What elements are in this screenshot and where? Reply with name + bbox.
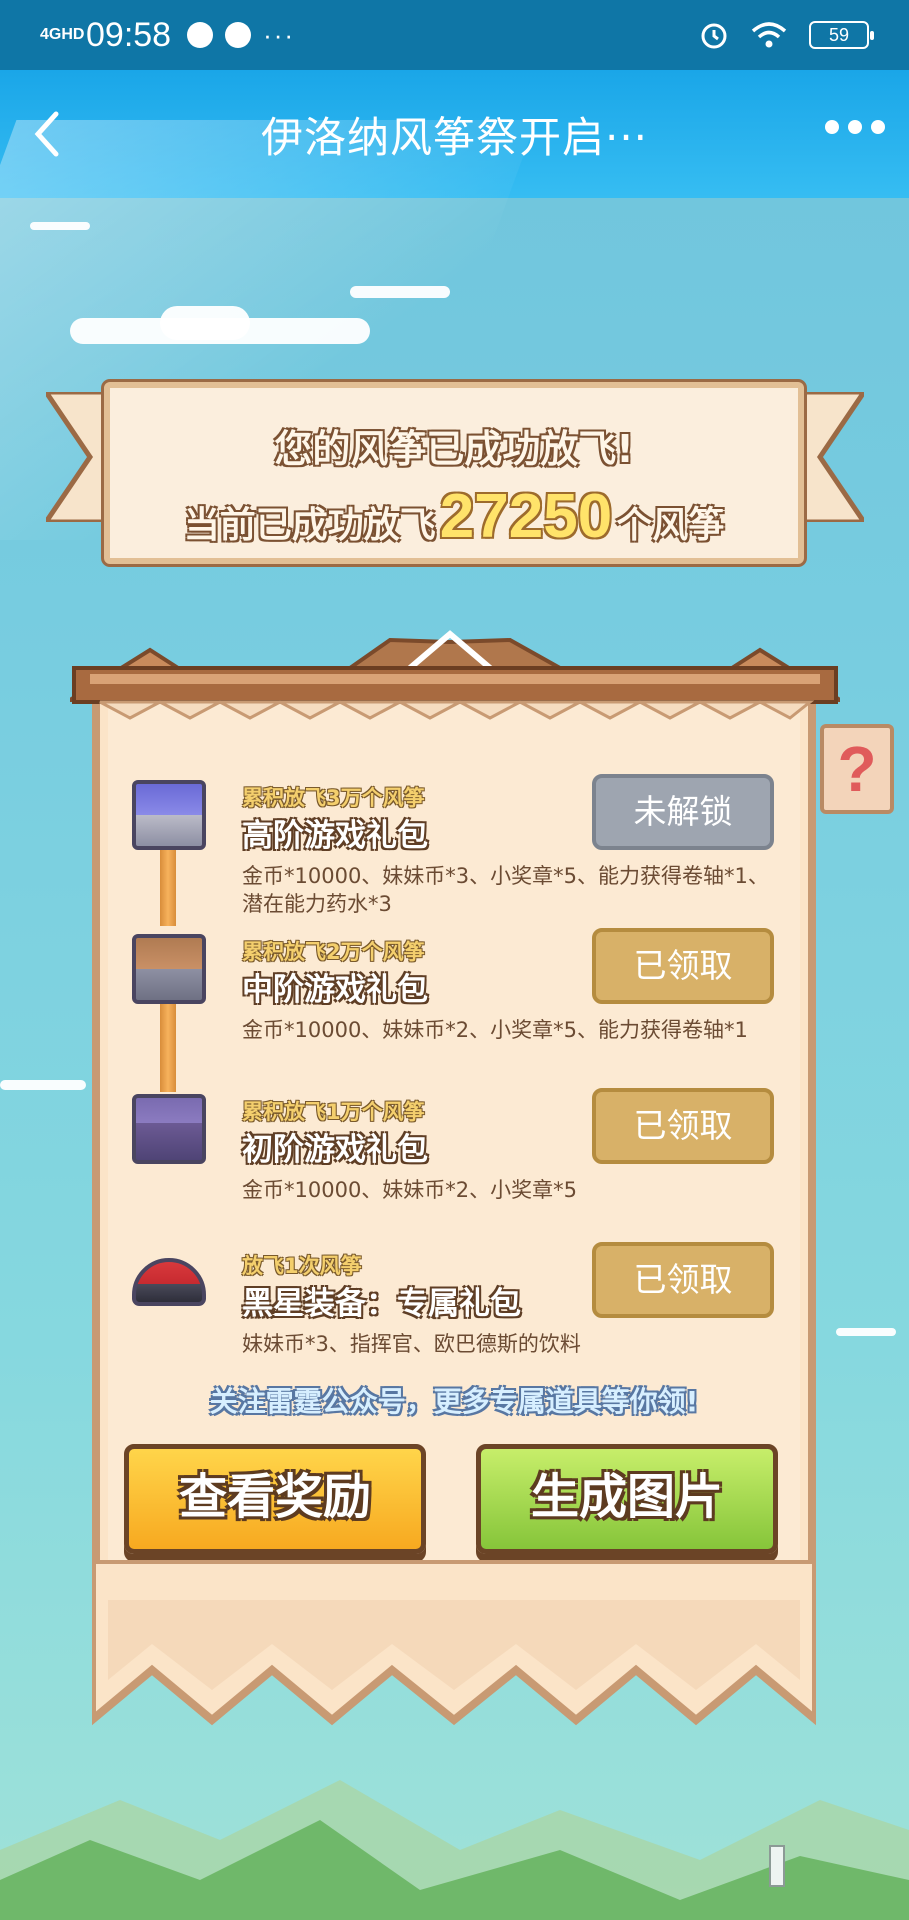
tier-requirement: 累积放飞3万个风筝 bbox=[242, 786, 425, 810]
iron-chest-icon bbox=[132, 934, 206, 1004]
cloud bbox=[160, 306, 250, 340]
more-options-button[interactable] bbox=[825, 120, 885, 134]
help-button[interactable]: ? bbox=[820, 724, 894, 814]
reward-tier: 累积放飞1万个风筝 初阶游戏礼包 金币*10000、妹妹币*2、小奖章*5 已领… bbox=[130, 1088, 790, 1204]
panel-roof bbox=[70, 630, 840, 720]
kite-count-banner: 您的风筝已成功放飞! 当前已成功放飞 27250 个风筝 bbox=[104, 382, 804, 564]
view-rewards-button[interactable]: 查看奖励 bbox=[124, 1444, 426, 1554]
claimed-button[interactable]: 已领取 bbox=[592, 928, 774, 1004]
generate-image-button[interactable]: 生成图片 bbox=[476, 1444, 778, 1554]
tier-requirement: 放飞1次风筝 bbox=[242, 1254, 362, 1278]
dot-icon bbox=[848, 120, 862, 134]
alarm-icon bbox=[701, 23, 727, 49]
red-beret-icon bbox=[132, 1258, 206, 1306]
tier-description: 金币*10000、妹妹币*3、小奖章*5、能力获得卷轴*1、潜在能力药水*3 bbox=[242, 864, 769, 916]
tier-title: 黑星装备：专属礼包 bbox=[242, 1286, 521, 1322]
reward-tier: 累积放飞2万个风筝 中阶游戏礼包 金币*10000、妹妹币*2、小奖章*5、能力… bbox=[130, 928, 790, 1044]
tier-description: 金币*10000、妹妹币*2、小奖章*5 bbox=[242, 1178, 578, 1202]
mountain-landscape bbox=[0, 1780, 909, 1920]
cloud bbox=[0, 1080, 86, 1090]
count-line: 当前已成功放飞 27250 个风筝 bbox=[110, 481, 798, 552]
tier-requirement: 累积放飞2万个风筝 bbox=[242, 940, 425, 964]
status-time: 09:58 bbox=[86, 15, 172, 54]
reward-tier: 累积放飞3万个风筝 高阶游戏礼包 金币*10000、妹妹币*3、小奖章*5、能力… bbox=[130, 774, 790, 916]
tier-title: 中阶游戏礼包 bbox=[242, 972, 428, 1008]
cloud bbox=[350, 286, 450, 298]
more-notifications: ··· bbox=[263, 19, 296, 50]
claimed-button[interactable]: 已领取 bbox=[592, 1242, 774, 1318]
wifi-icon bbox=[751, 22, 787, 48]
success-message: 您的风筝已成功放飞! bbox=[274, 427, 634, 471]
tier-description: 金币*10000、妹妹币*2、小奖章*5、能力获得卷轴*1 bbox=[242, 1018, 748, 1042]
notification-icons: ··· bbox=[187, 20, 295, 51]
tier-requirement: 累积放飞1万个风筝 bbox=[242, 1100, 425, 1124]
kite-count: 27250 bbox=[439, 482, 613, 551]
claimed-button[interactable]: 已领取 bbox=[592, 1088, 774, 1164]
network-indicator: 4GHD bbox=[40, 26, 85, 43]
cloud bbox=[30, 222, 90, 230]
battery-indicator: 59 bbox=[809, 21, 874, 49]
dot-icon bbox=[871, 120, 885, 134]
browser-icon bbox=[187, 22, 214, 48]
unlock-status-button[interactable]: 未解锁 bbox=[592, 774, 774, 850]
tier-description: 妹妹币*3、指挥官、欧巴德斯的饮料 bbox=[242, 1332, 581, 1356]
tier-title: 高阶游戏礼包 bbox=[242, 818, 428, 854]
tier-title: 初阶游戏礼包 bbox=[242, 1132, 428, 1168]
wooden-chest-icon bbox=[132, 1094, 206, 1164]
status-bar: 4GHD 09:58 ··· 59 bbox=[0, 0, 909, 70]
follow-promo-text: 关注雷霆公众号，更多专属道具等你领! bbox=[209, 1385, 699, 1418]
dot-icon bbox=[825, 120, 839, 134]
reward-tier: 放飞1次风筝 黑星装备：专属礼包 妹妹币*3、指挥官、欧巴德斯的饮料 已领取 bbox=[130, 1242, 790, 1358]
wechat-icon bbox=[225, 22, 252, 48]
count-suffix: 个风筝 bbox=[616, 505, 725, 546]
panel-bottom-edge bbox=[92, 1560, 816, 1726]
silver-chest-icon bbox=[132, 780, 206, 850]
count-prefix: 当前已成功放飞 bbox=[183, 505, 436, 546]
cloud bbox=[836, 1328, 896, 1336]
